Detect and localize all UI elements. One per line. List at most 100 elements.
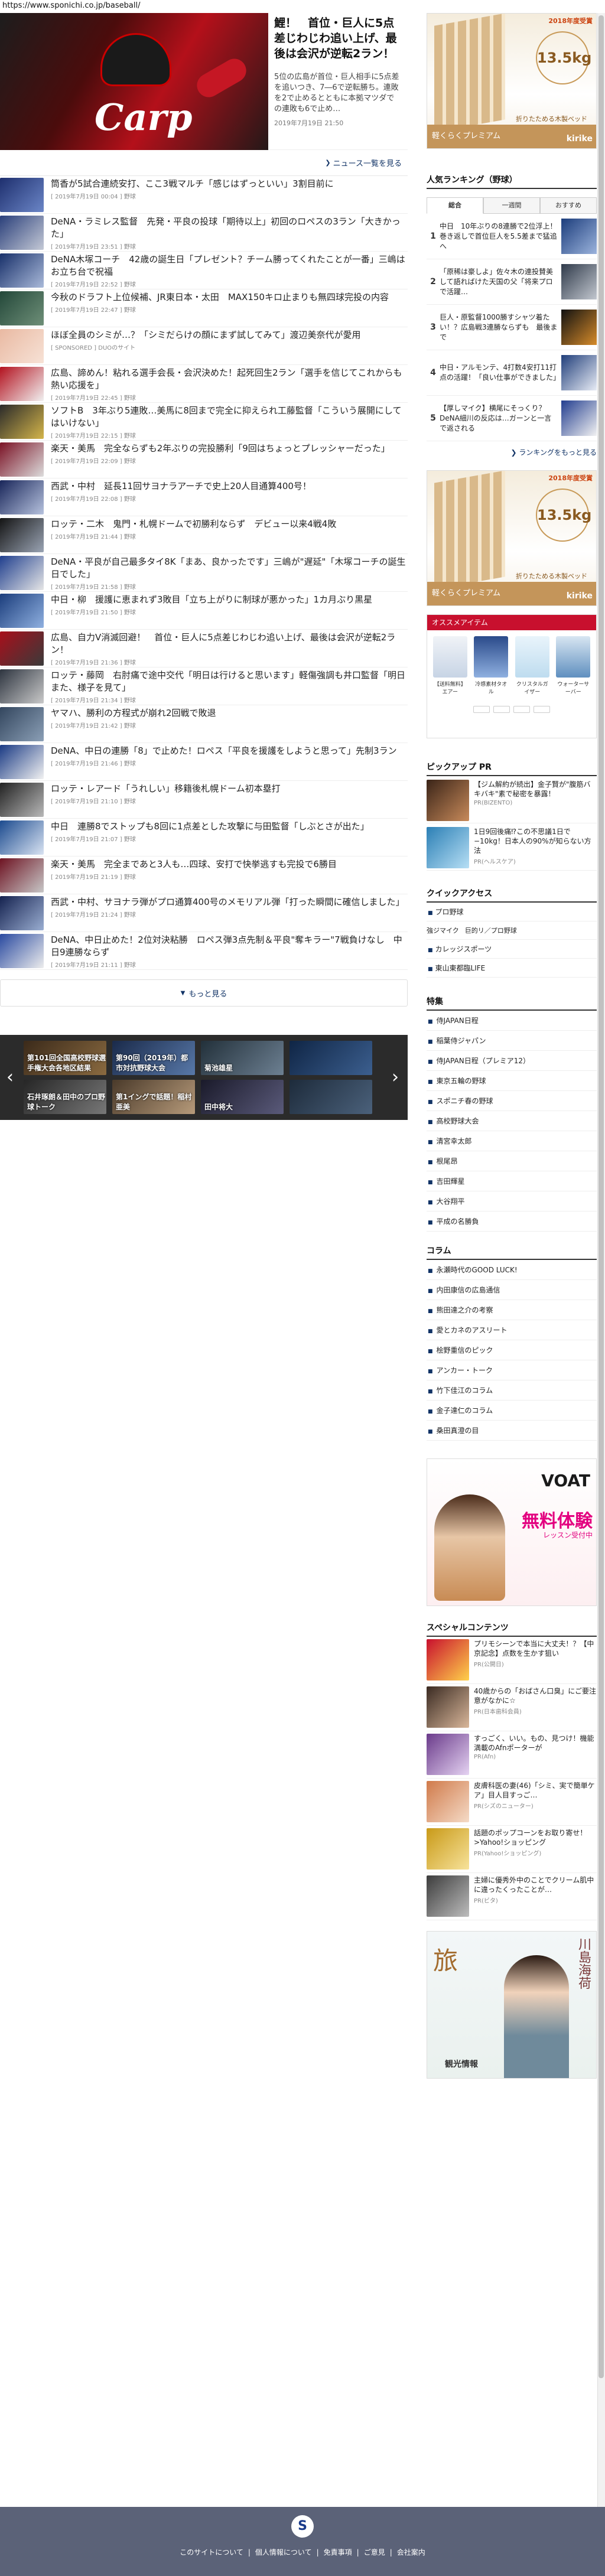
tokushu-item[interactable]: ■ 侍JAPAN日程（プレミア12） — [427, 1051, 597, 1071]
pickup-text[interactable]: 【ジム解約が続出】金子賢が"腹筋バキバキ"素で秘密を暴露！ — [474, 780, 597, 799]
qa2-item[interactable]: ■ 東山東都臨LIFE — [427, 959, 597, 978]
carousel-prev-icon[interactable]: ‹ — [2, 1066, 18, 1089]
ranking-thumbnail[interactable] — [561, 310, 597, 345]
carousel-tile[interactable]: 第101回全国高校野球選手権大会各地区結果 — [24, 1041, 106, 1075]
column-item[interactable]: ■ 桑田真澄の目 — [427, 1421, 597, 1441]
news-title[interactable]: ロッテ・レアード「うれしい」移籍後札幌ドーム初本塁打 — [51, 783, 408, 795]
ranking-thumbnail[interactable] — [561, 264, 597, 299]
footer-link[interactable]: 会社案内 — [392, 2548, 430, 2557]
news-thumbnail[interactable] — [0, 556, 44, 590]
news-item[interactable]: ロッテ・藤岡 右肘痛で途中交代「明日は行けると思います」軽傷強調も井口監督「明日… — [0, 667, 408, 705]
news-title[interactable]: DeNA、中日の連勝「8」で止めた！ロペス「平良を援護をしようと思って」先制3ラ… — [51, 745, 408, 757]
ranking-text[interactable]: 「原稀は豪しよ」佐々木の連投賛美して語ればけた天国の父「将来プロで活躍… — [440, 267, 561, 297]
news-thumbnail[interactable] — [0, 329, 44, 363]
special-text[interactable]: すっごく、いい。もの、見つけ！機能満載のAfnポーターが — [474, 1734, 597, 1753]
carousel-tile[interactable] — [290, 1080, 372, 1114]
special-item[interactable]: 40歳からの「おばさん口臭」にご要注意がなかに☆ PR(日本歯科会員) — [427, 1684, 597, 1731]
news-item[interactable]: 中日 連勝8でストップも8回に1点差とした攻撃に与田監督「しぶとさが出た」[ 2… — [0, 819, 408, 857]
news-thumbnail[interactable] — [0, 291, 44, 325]
news-title[interactable]: DeNA・ラミレス監督 先発・平良の投球「期待以上」初回のロペスの3ラン「大きか… — [51, 216, 408, 240]
tokushu-item[interactable]: ■ 根尾昂 — [427, 1151, 597, 1171]
news-item[interactable]: 西武・中村 延長11回サヨナラアーチで史上20人目通算400号！[ 2019年7… — [0, 478, 408, 516]
news-thumbnail[interactable] — [0, 518, 44, 552]
ranking-item[interactable]: 2 「原稀は豪しよ」佐々木の連投賛美して語ればけた天国の父「将来プロで活躍… — [427, 259, 597, 305]
news-title[interactable]: DeNA木塚コーチ 42歳の誕生日「プレゼント？チーム勝ってくれたことが一番」三… — [51, 253, 408, 278]
tokushu-item[interactable]: ■ スポニチ春の野球 — [427, 1091, 597, 1111]
news-title[interactable]: 楽天・美馬 完全ならずも2年ぶりの完投勝利「9回はちょっとプレッシャーだった」 — [51, 442, 408, 455]
news-item[interactable]: 中日・柳 援護に恵まれず3敗目「立ち上がりに制球が悪かった」1カ月ぶり黒星[ 2… — [0, 592, 408, 630]
news-title[interactable]: DeNA、中日止めた！2位対決粘勝 ロペス弾3点先制＆平良"奪キラー"7戦負けな… — [51, 934, 408, 959]
tokushu-item[interactable]: ■ 稲葉侍ジャパン — [427, 1031, 597, 1051]
news-item[interactable]: 筒香が5試合連続安打、ここ3戦マルチ「感じはずっといい」3割目前に[ 2019年… — [0, 176, 408, 214]
footer-link[interactable]: ご意見 — [359, 2548, 390, 2557]
tokushu-item[interactable]: ■ 平成の名勝負 — [427, 1212, 597, 1232]
news-title[interactable]: 広島、自力V消滅回避！ 首位・巨人に5点差じわじわ追い上げ、最後は会沢が逆転2ラ… — [51, 631, 408, 656]
news-thumbnail[interactable] — [0, 178, 44, 212]
news-item[interactable]: DeNA・平良が自己最多タイ8K「まあ、良かったです」三嶋が"遅延"「木塚コーチ… — [0, 554, 408, 592]
special-text[interactable]: 主婦に優秀外中のことでクリーム肌中に違ったくったことが… — [474, 1875, 597, 1894]
ranking-thumbnail[interactable] — [561, 355, 597, 390]
column-item[interactable]: ■ アンカー・トーク — [427, 1360, 597, 1380]
news-item[interactable]: 楽天・美馬 完全ならずも2年ぶりの完投勝利「9回はちょっとプレッシャーだった」[… — [0, 441, 408, 478]
tokushu-item[interactable]: ■ 侍JAPAN日程 — [427, 1011, 597, 1031]
news-item[interactable]: 西武・中村、サヨナラ弾がプロ通算400号のメモリアル弾「打った瞬間に確信しました… — [0, 894, 408, 932]
news-thumbnail[interactable] — [0, 367, 44, 401]
special-item[interactable]: 主婦に優秀外中のことでクリーム肌中に違ったくったことが… PR(ビタ) — [427, 1873, 597, 1920]
carousel-tile[interactable]: 菊池雄星 — [201, 1041, 284, 1075]
recommend-pager[interactable] — [427, 706, 596, 713]
hero-image[interactable]: Carp — [0, 13, 268, 150]
news-thumbnail[interactable] — [0, 896, 44, 930]
news-item[interactable]: DeNA、中日止めた！2位対決粘勝 ロペス弾3点先制＆平良"奪キラー"7戦負けな… — [0, 932, 408, 970]
carousel-tile[interactable]: 第1イングで話題！稲村亜美 — [112, 1080, 195, 1114]
column-item[interactable]: ■ 熊田達之介の考察 — [427, 1300, 597, 1320]
ranking-item[interactable]: 3 巨人・原監督1000勝すシャツ着たい！？広島戦3連勝ならずも 最後まで — [427, 305, 597, 350]
news-title[interactable]: 楽天・美馬 完全まであと3人も…四球、安打で快挙逃すも完投で6勝目 — [51, 858, 408, 871]
news-thumbnail[interactable] — [0, 669, 44, 704]
travel-ad[interactable]: 旅 川島海荷 観光情報 — [427, 1931, 597, 2079]
news-item[interactable]: ヤマハ、勝利の方程式が崩れ2回戦で敗退 [ 2019年7月19日 21:42 ] … — [0, 705, 408, 743]
news-item[interactable]: 今秋のドラフト上位候補、JR東日本・太田 MAX150キロ止まりも無四球完投の内… — [0, 289, 408, 327]
pickup-text[interactable]: 1日9回後痛⁉この不思議1日で−10kg！日本人の90%が知らない方法 — [474, 827, 597, 855]
tokushu-item[interactable]: ■ 吉田輝星 — [427, 1171, 597, 1191]
news-item[interactable]: ロッテ・レアード「うれしい」移籍後札幌ドーム初本塁打[ 2019年7月19日 2… — [0, 781, 408, 819]
column-item[interactable]: ■ 桧野重信のピック — [427, 1340, 597, 1360]
quick-row-link[interactable]: 強ジマイク — [427, 926, 459, 935]
news-thumbnail[interactable] — [0, 216, 44, 250]
scrollbar-thumb[interactable] — [599, 15, 604, 2378]
tokushu-item[interactable]: ■ 清宮幸太郎 — [427, 1131, 597, 1151]
carousel-tile[interactable] — [290, 1041, 372, 1075]
news-item[interactable]: ロッテ・二木 鬼門・札幌ドームで初勝利ならず デビュー以来4戦4敗 [ 2019年… — [0, 516, 408, 554]
news-title[interactable]: 西武・中村、サヨナラ弾がプロ通算400号のメモリアル弾「打った瞬間に確信しました… — [51, 896, 408, 908]
news-thumbnail[interactable] — [0, 858, 44, 893]
news-thumbnail[interactable] — [0, 783, 44, 817]
ranking-tab[interactable]: 一週間 — [483, 197, 540, 214]
footer-link[interactable]: 個人情報について — [251, 2548, 317, 2557]
carousel-tile[interactable]: 第90回（2019年）都市対抗野球大会 — [112, 1041, 195, 1075]
news-thumbnail[interactable] — [0, 253, 44, 288]
ranking-item[interactable]: 4 中日・アルモンテ、4打数4安打11打点の活躍！「良い仕事ができました」 — [427, 350, 597, 396]
tokushu-item[interactable]: ■ 高校野球大会 — [427, 1111, 597, 1131]
news-item[interactable]: ソフトB 3年ぶり5連敗…美馬に8回まで完全に抑えられ工藤監督「こういう展開にし… — [0, 403, 408, 441]
special-text[interactable]: 皮膚科医の妻(46)「シミ、実で簡単ケア」目人目すっご… — [474, 1781, 597, 1800]
news-title[interactable]: 中日・柳 援護に恵まれず3敗目「立ち上がりに制球が悪かった」1カ月ぶり黒星 — [51, 594, 408, 606]
news-item[interactable]: 広島、自力V消滅回避！ 首位・巨人に5点差じわじわ追い上げ、最後は会沢が逆転2ラ… — [0, 630, 408, 667]
url-bar[interactable]: https://www.sponichi.co.jp/baseball/ — [0, 0, 605, 13]
carousel-tile[interactable]: 石井琢朗＆田中のプロ野球トーク — [24, 1080, 106, 1114]
news-title[interactable]: 広島、諦めん！粘れる選手会長・会沢決めた！起死回生2ラン「選手を信じてこれからも… — [51, 367, 408, 392]
pickup-item[interactable]: 1日9回後痛⁉この不思議1日で−10kg！日本人の90%が知らない方法 PR(ヘル… — [427, 823, 597, 871]
news-thumbnail[interactable] — [0, 405, 44, 439]
news-title[interactable]: 筒香が5試合連続安打、ここ3戦マルチ「感じはずっといい」3割目前に — [51, 178, 408, 190]
news-thumbnail[interactable] — [0, 480, 44, 514]
column-item[interactable]: ■ 竹下佳江のコラム — [427, 1380, 597, 1401]
ranking-tab[interactable]: おすすめ — [540, 197, 597, 214]
news-thumbnail[interactable] — [0, 745, 44, 779]
news-thumbnail[interactable] — [0, 442, 44, 477]
hero-title[interactable]: 鯉！ 首位・巨人に5点差じわじわ追い上げ、最後は会沢が逆転2ラン！ — [274, 15, 402, 61]
news-thumbnail[interactable] — [0, 820, 44, 855]
news-title[interactable]: ほぼ全員のシミが…？「シミだらけの顔にまず試してみて」渡辺美奈代が愛用 — [51, 329, 408, 341]
footer-link[interactable]: 免責事項 — [319, 2548, 357, 2557]
recommend-product[interactable]: 冷感素材タオル — [474, 636, 509, 695]
special-text[interactable]: 40歳からの「おばさん口臭」にご要注意がなかに☆ — [474, 1686, 597, 1705]
news-item[interactable]: 楽天・美馬 完全まであと3人も…四球、安打で快挙逃すも完投で6勝目[ 2019年… — [0, 857, 408, 894]
carousel-tile[interactable]: 田中将大 — [201, 1080, 284, 1114]
